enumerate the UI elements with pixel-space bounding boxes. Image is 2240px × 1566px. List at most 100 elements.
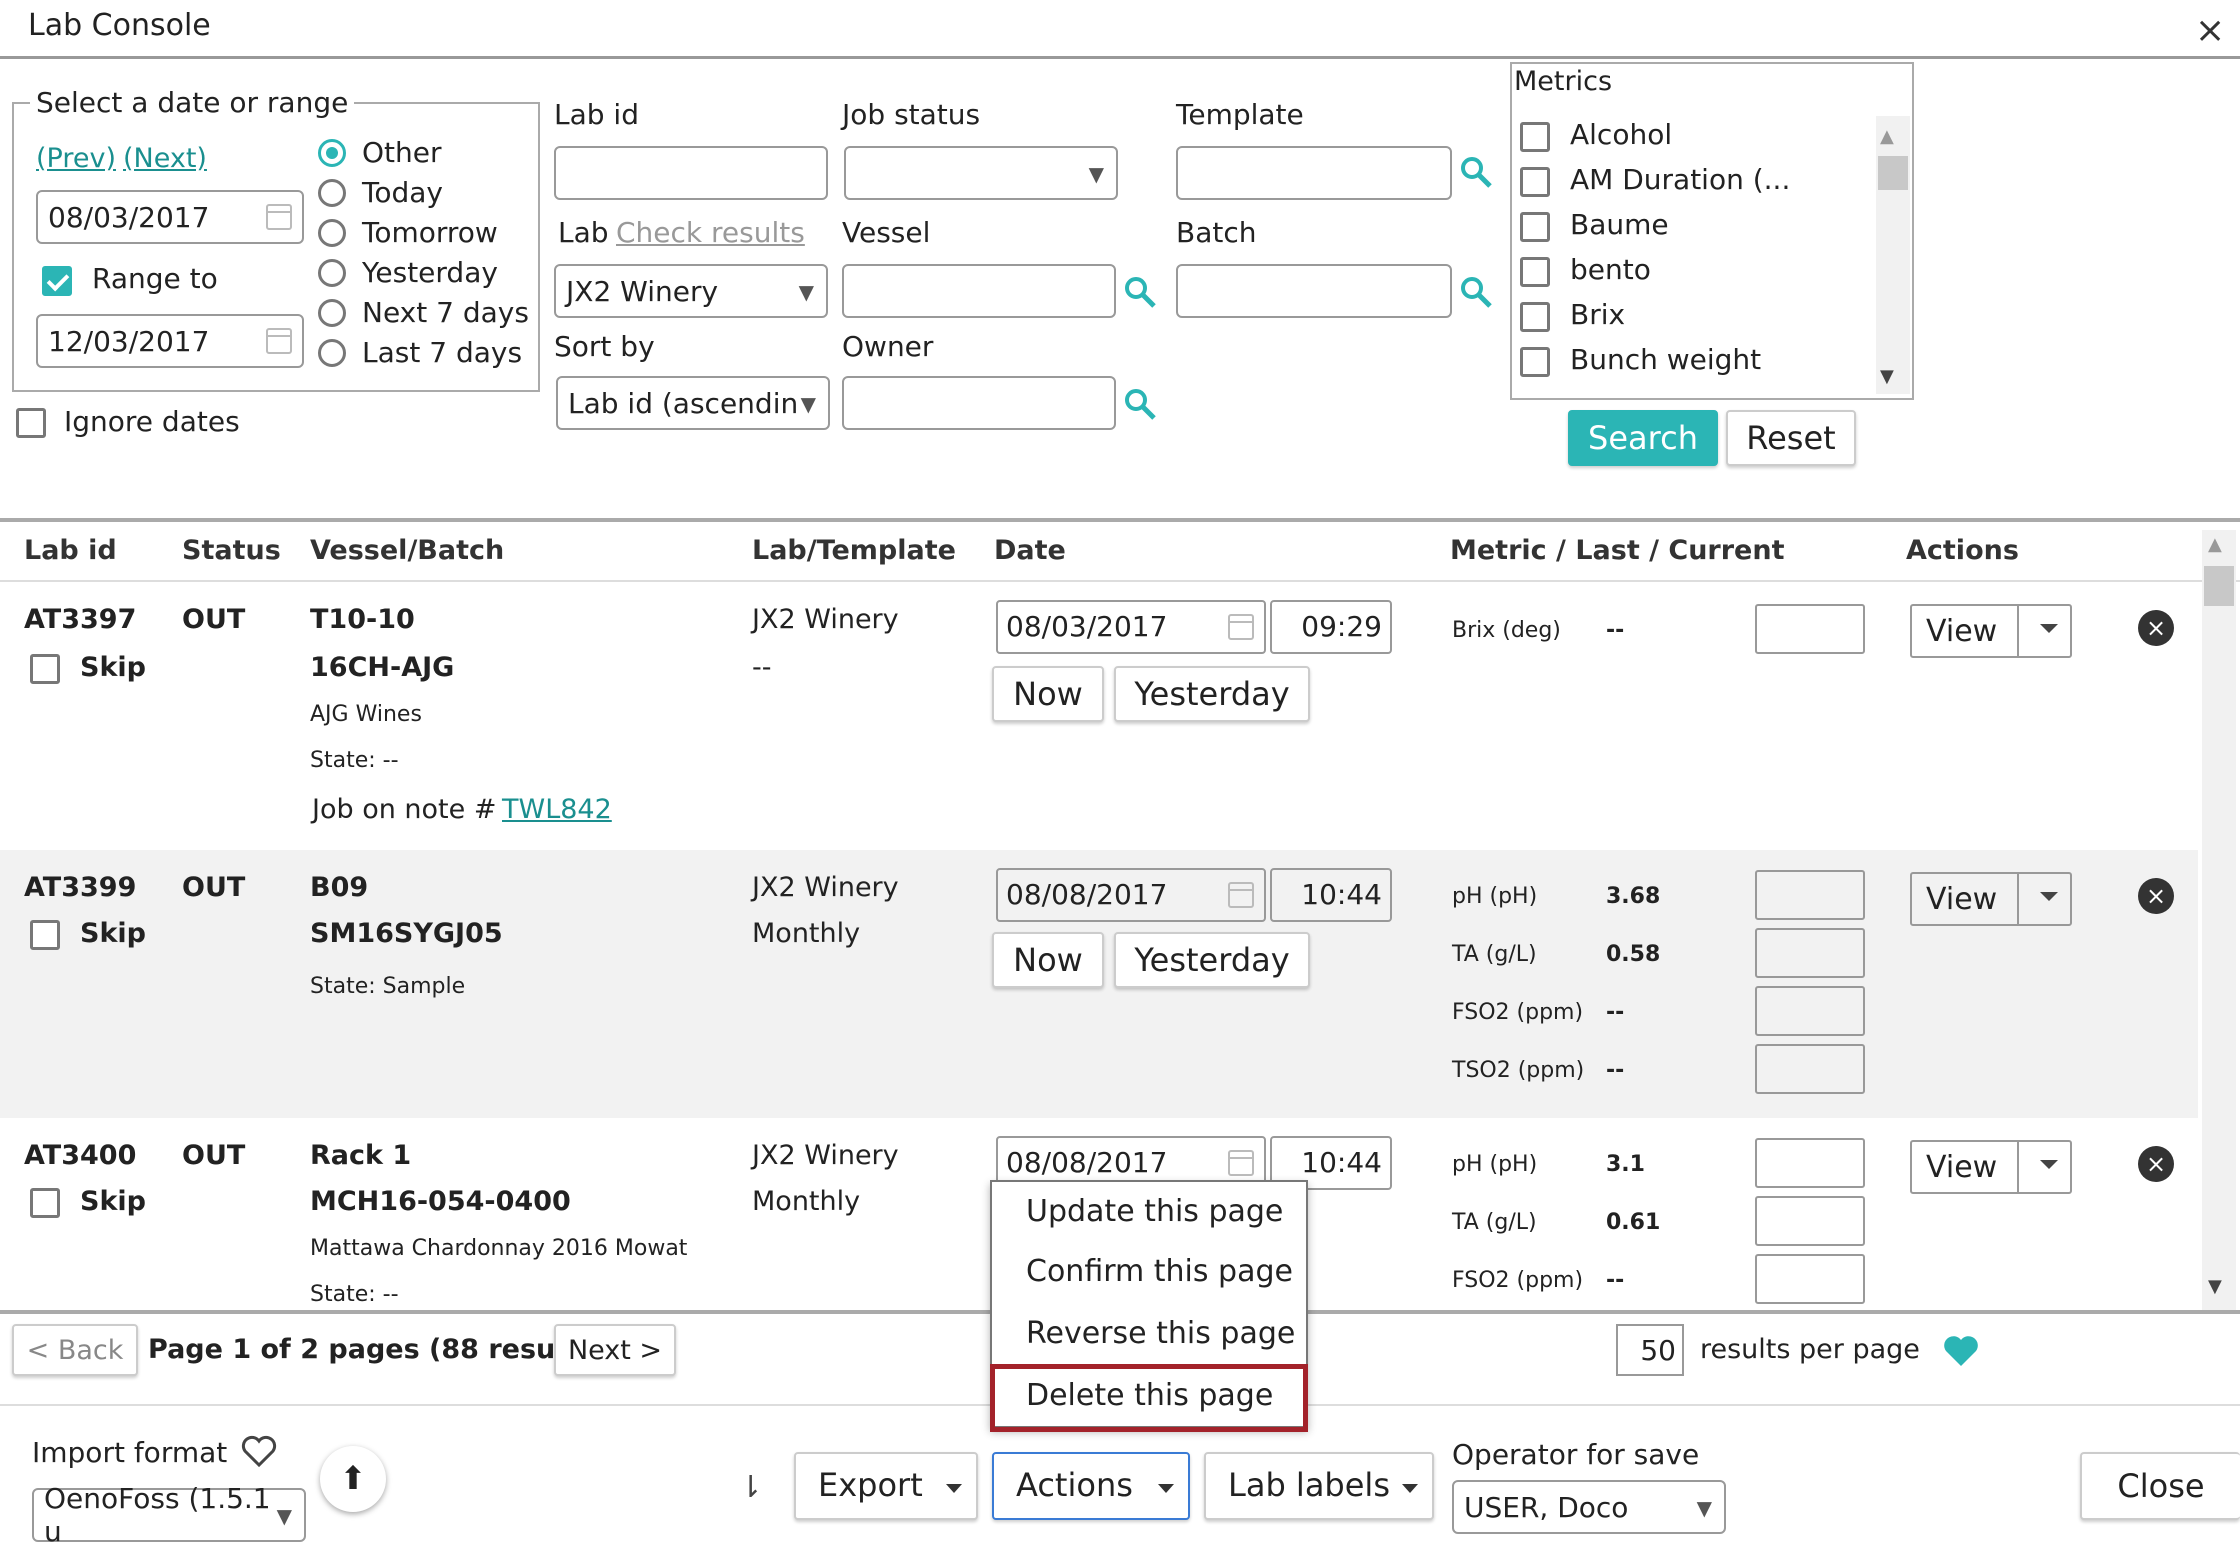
row-time-input[interactable]: 10:44 (1270, 868, 1392, 922)
menu-item-update[interactable]: Update this page (1026, 1194, 1283, 1229)
menu-item-reverse[interactable]: Reverse this page (1026, 1316, 1295, 1351)
search-button[interactable]: Search (1568, 410, 1718, 466)
now-button[interactable]: Now (992, 666, 1104, 722)
calendar-icon[interactable] (266, 204, 292, 230)
view-button[interactable]: View (1910, 872, 2072, 926)
remove-row-icon[interactable]: × (2138, 610, 2174, 646)
lab-labels-button[interactable]: Lab labels (1204, 1452, 1434, 1520)
scroll-down-icon[interactable]: ▼ (2208, 1276, 2222, 1297)
next-link[interactable]: (Next) (123, 143, 207, 174)
chevron-down-icon[interactable] (2040, 892, 2058, 901)
calendar-icon[interactable] (1228, 614, 1254, 640)
template-input[interactable] (1176, 146, 1452, 200)
menu-item-confirm[interactable]: Confirm this page (1026, 1254, 1293, 1289)
lab-id-input[interactable] (554, 146, 828, 200)
yesterday-button[interactable]: Yesterday (1114, 666, 1310, 722)
radio-last7[interactable] (318, 339, 346, 367)
sort-order-icon[interactable]: ⇂ (738, 1470, 763, 1505)
radio-other[interactable] (318, 139, 346, 167)
remove-row-icon[interactable]: × (2138, 878, 2174, 914)
scroll-up-icon[interactable]: ▲ (1880, 126, 1894, 147)
metric-current-input[interactable] (1755, 604, 1865, 654)
ignore-dates-checkbox[interactable] (16, 408, 46, 438)
sort-by-select[interactable]: Lab id (ascendin (556, 376, 830, 430)
yesterday-button[interactable]: Yesterday (1114, 932, 1310, 988)
metric-current-input[interactable] (1755, 870, 1865, 920)
metric-checkbox[interactable] (1520, 257, 1550, 287)
calendar-icon[interactable] (1228, 1150, 1254, 1176)
batch-input[interactable] (1176, 264, 1452, 318)
prev-link[interactable]: (Prev) (36, 143, 116, 174)
scroll-down-icon[interactable]: ▼ (1880, 366, 1894, 387)
chevron-down-icon[interactable] (1402, 1484, 1418, 1493)
reset-button[interactable]: Reset (1726, 410, 1856, 466)
view-button[interactable]: View (1910, 1140, 2072, 1194)
from-date-input[interactable]: 08/03/2017 (36, 190, 304, 244)
metric-current-input[interactable] (1755, 1254, 1865, 1304)
close-button[interactable]: Close (2080, 1452, 2240, 1520)
remove-row-icon[interactable]: × (2138, 1146, 2174, 1182)
metric-checkbox[interactable] (1520, 347, 1550, 377)
search-icon[interactable] (1458, 274, 1494, 310)
search-icon[interactable] (1458, 154, 1494, 190)
calendar-icon[interactable] (266, 328, 292, 354)
skip-checkbox[interactable] (30, 1188, 60, 1218)
skip-checkbox[interactable] (30, 920, 60, 950)
row-date-input[interactable]: 08/08/2017 (996, 868, 1266, 922)
scroll-up-icon[interactable]: ▲ (2208, 534, 2222, 555)
metric-current-input[interactable] (1755, 986, 1865, 1036)
radio-yesterday[interactable] (318, 259, 346, 287)
row-time-input[interactable]: 09:29 (1270, 600, 1392, 654)
table-scrollbar[interactable] (2202, 530, 2236, 1310)
per-page-input[interactable]: 50 (1616, 1324, 1684, 1376)
vessel-input[interactable] (842, 264, 1116, 318)
range-checkbox[interactable] (42, 266, 72, 296)
radio-tomorrow[interactable] (318, 219, 346, 247)
skip-checkbox[interactable] (30, 654, 60, 684)
metrics-scroll-thumb[interactable] (1878, 156, 1908, 190)
radio-next7[interactable] (318, 299, 346, 327)
row-date-input[interactable]: 08/03/2017 (996, 600, 1266, 654)
export-button[interactable]: Export (794, 1452, 978, 1520)
calendar-icon[interactable] (1228, 882, 1254, 908)
job-note-link[interactable]: TWL842 (502, 794, 612, 825)
metric-current-input[interactable] (1755, 1138, 1865, 1188)
heart-filled-icon[interactable] (1942, 1334, 1980, 1368)
metric-current-input[interactable] (1755, 1044, 1865, 1094)
heart-outline-icon[interactable] (240, 1434, 278, 1468)
view-button[interactable]: View (1910, 604, 2072, 658)
chevron-down-icon[interactable] (2040, 624, 2058, 633)
import-format-select[interactable]: OenoFoss (1.5.1 u (32, 1482, 306, 1548)
metric-current-input[interactable] (1755, 928, 1865, 978)
upload-icon[interactable]: ⬆ (320, 1446, 386, 1512)
chevron-down-icon[interactable] (1158, 1484, 1174, 1493)
back-button[interactable]: < Back (12, 1324, 138, 1376)
search-icon[interactable] (1122, 386, 1158, 422)
now-button[interactable]: Now (992, 932, 1104, 988)
range-label: Range to (92, 262, 218, 295)
to-date-input[interactable]: 12/03/2017 (36, 314, 304, 368)
metric-current-input[interactable] (1755, 1196, 1865, 1246)
metric-checkbox[interactable] (1520, 212, 1550, 242)
metric-checkbox[interactable] (1520, 302, 1550, 332)
close-icon[interactable]: × (2195, 10, 2225, 51)
metric-label: Brix (1570, 298, 1626, 331)
metric-name: FSO2 (ppm) (1452, 1268, 1584, 1293)
metric-checkbox[interactable] (1520, 167, 1550, 197)
table-scroll-thumb[interactable] (2204, 566, 2234, 606)
next-page-button[interactable]: Next > (554, 1324, 676, 1376)
metric-checkbox[interactable] (1520, 122, 1550, 152)
chevron-down-icon[interactable] (2040, 1160, 2058, 1169)
lab-select[interactable]: JX2 Winery (554, 264, 828, 318)
chevron-down-icon[interactable] (946, 1484, 962, 1493)
search-icon[interactable] (1122, 274, 1158, 310)
owner-input[interactable] (842, 376, 1116, 430)
metric-last: 0.61 (1606, 1210, 1661, 1235)
operator-select[interactable]: USER, Doco (1452, 1480, 1726, 1534)
metric-name: pH (pH) (1452, 884, 1538, 909)
actions-button[interactable]: Actions (992, 1452, 1190, 1520)
check-results-link[interactable]: Check results (616, 216, 805, 249)
job-status-select[interactable] (844, 146, 1118, 200)
skip-label: Skip (80, 1186, 146, 1217)
radio-today[interactable] (318, 179, 346, 207)
